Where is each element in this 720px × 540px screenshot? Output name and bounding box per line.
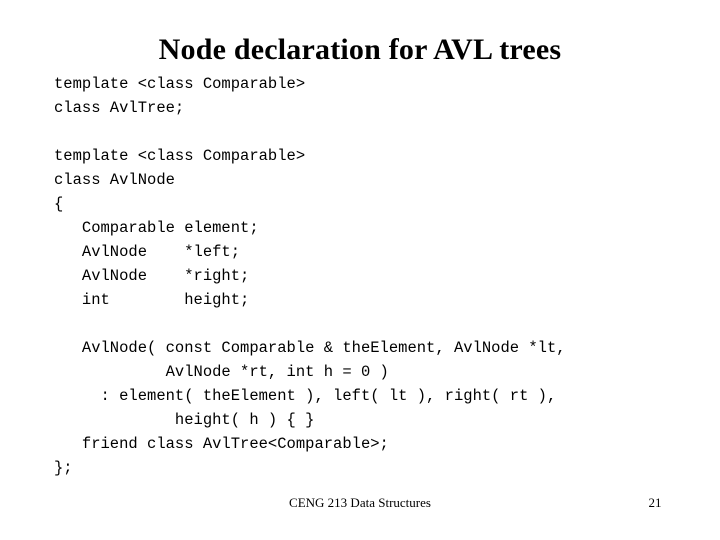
code-line: height( h ) { } — [54, 411, 315, 429]
footer-course-label: CENG 213 Data Structures — [289, 495, 431, 510]
code-line: AvlNode *right; — [54, 267, 250, 285]
code-line: }; — [54, 459, 73, 477]
code-line: AvlNode *left; — [54, 243, 241, 261]
code-line: int height; — [54, 291, 250, 309]
slide-canvas: Node declaration for AVL trees template … — [0, 0, 720, 540]
code-line: AvlNode *rt, int h = 0 ) — [54, 363, 389, 381]
code-line: template <class Comparable> — [54, 147, 306, 165]
code-line: { — [54, 195, 64, 213]
code-line: Comparable element; — [54, 219, 259, 237]
slide-footer: CENG 213 Data Structures 21 — [0, 494, 720, 516]
code-line: class AvlTree; — [54, 99, 185, 117]
page-title: Node declaration for AVL trees — [158, 33, 562, 66]
code-line: template <class Comparable> — [54, 75, 306, 93]
code-line: : element( theElement ), left( lt ), rig… — [54, 387, 557, 405]
code-line: friend class AvlTree<Comparable>; — [54, 435, 389, 453]
code-line: AvlNode( const Comparable & theElement, … — [54, 339, 566, 357]
footer-page-number: 21 — [648, 495, 662, 510]
code-block: template <class Comparable> class AvlTree… — [54, 72, 704, 480]
code-line: class AvlNode — [54, 171, 175, 189]
